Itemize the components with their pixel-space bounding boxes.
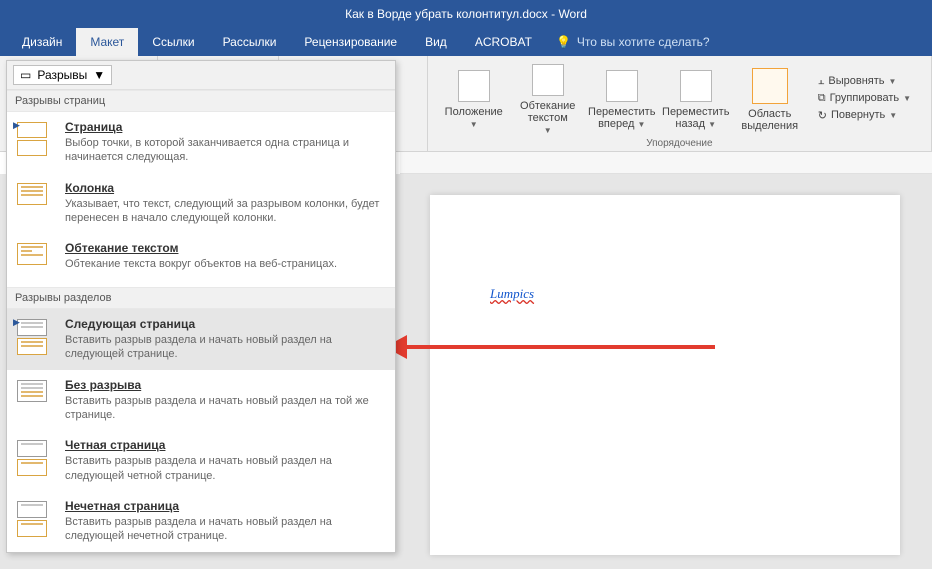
rotate-button[interactable]: ↻Повернуть▼	[816, 108, 913, 123]
wrap-text-button[interactable]: Обтекание текстом▼	[512, 60, 584, 136]
send-backward-button[interactable]: Переместить назад ▼	[660, 66, 732, 130]
align-button[interactable]: ⫠Выровнять▼	[816, 74, 913, 89]
marker-icon: ▶	[13, 120, 20, 131]
page-breaks-header: Разрывы страниц	[7, 90, 395, 112]
document-title: Как в Ворде убрать колонтитул.docx - Wor…	[345, 7, 587, 21]
breaks-dropdown: ▭ Разрывы ▼ Разрывы страниц ▶ Страница В…	[6, 60, 396, 553]
tab-acrobat[interactable]: ACROBAT	[461, 28, 546, 56]
document-text[interactable]: Lumpics	[490, 286, 534, 302]
column-break-icon	[17, 183, 53, 219]
section-breaks-header: Разрывы разделов	[7, 287, 395, 309]
bulb-icon: 💡	[556, 35, 571, 49]
chevron-down-icon: ▼	[93, 68, 105, 82]
odd-page-icon	[17, 501, 53, 537]
tab-view[interactable]: Вид	[411, 28, 461, 56]
dropdown-top: ▭ Разрывы ▼	[7, 61, 395, 90]
position-icon	[458, 70, 490, 102]
break-continuous[interactable]: Без разрыва Вставить разрыв раздела и на…	[7, 370, 395, 431]
breaks-dropdown-button[interactable]: ▭ Разрывы ▼	[13, 65, 112, 85]
tell-me-label: Что вы хотите сделать?	[577, 35, 710, 49]
break-next-page[interactable]: ▶ Следующая страница Вставить разрыв раз…	[7, 309, 395, 370]
page-break-icon	[17, 122, 53, 158]
break-page[interactable]: ▶ Страница Выбор точки, в которой заканч…	[7, 112, 395, 173]
selection-icon	[752, 68, 788, 104]
wrap-icon	[532, 64, 564, 96]
tab-references[interactable]: Ссылки	[138, 28, 208, 56]
tab-review[interactable]: Рецензирование	[290, 28, 411, 56]
arrange-group-label: Упорядочение	[438, 138, 921, 149]
arrange-group: Положение▼ Обтекание текстом▼ Переместит…	[428, 56, 932, 151]
wrap-break-icon	[17, 243, 53, 279]
tab-mailings[interactable]: Рассылки	[209, 28, 291, 56]
document-page[interactable]	[430, 195, 900, 555]
continuous-icon	[17, 380, 53, 416]
position-button[interactable]: Положение▼	[438, 66, 510, 130]
break-even-page[interactable]: Четная страница Вставить разрыв раздела …	[7, 430, 395, 491]
ribbon-tabs: Дизайн Макет Ссылки Рассылки Рецензирова…	[0, 28, 932, 56]
tab-layout[interactable]: Макет	[76, 28, 138, 56]
break-text-wrap[interactable]: Обтекание текстом Обтекание текста вокру…	[7, 233, 395, 287]
marker-icon: ▶	[13, 317, 20, 328]
bring-forward-button[interactable]: Переместить вперед ▼	[586, 66, 658, 130]
next-page-icon	[17, 319, 53, 355]
rotate-icon: ↻	[818, 109, 827, 122]
horizontal-ruler[interactable]	[400, 152, 932, 174]
tab-design[interactable]: Дизайн	[8, 28, 76, 56]
title-bar: Как в Ворде убрать колонтитул.docx - Wor…	[0, 0, 932, 28]
group-icon: ⧉	[818, 92, 826, 105]
selection-pane-button[interactable]: Область выделения	[734, 64, 806, 132]
align-icon: ⫠	[818, 75, 825, 88]
break-odd-page[interactable]: Нечетная страница Вставить разрыв раздел…	[7, 491, 395, 552]
group-button[interactable]: ⧉Группировать▼	[816, 91, 913, 106]
break-column[interactable]: Колонка Указывает, что текст, следующий …	[7, 173, 395, 234]
tell-me-search[interactable]: 💡 Что вы хотите сделать?	[556, 28, 710, 56]
align-tools: ⫠Выровнять▼ ⧉Группировать▼ ↻Повернуть▼	[808, 70, 921, 127]
breaks-icon: ▭	[20, 68, 31, 82]
even-page-icon	[17, 440, 53, 476]
backward-icon	[680, 70, 712, 102]
forward-icon	[606, 70, 638, 102]
